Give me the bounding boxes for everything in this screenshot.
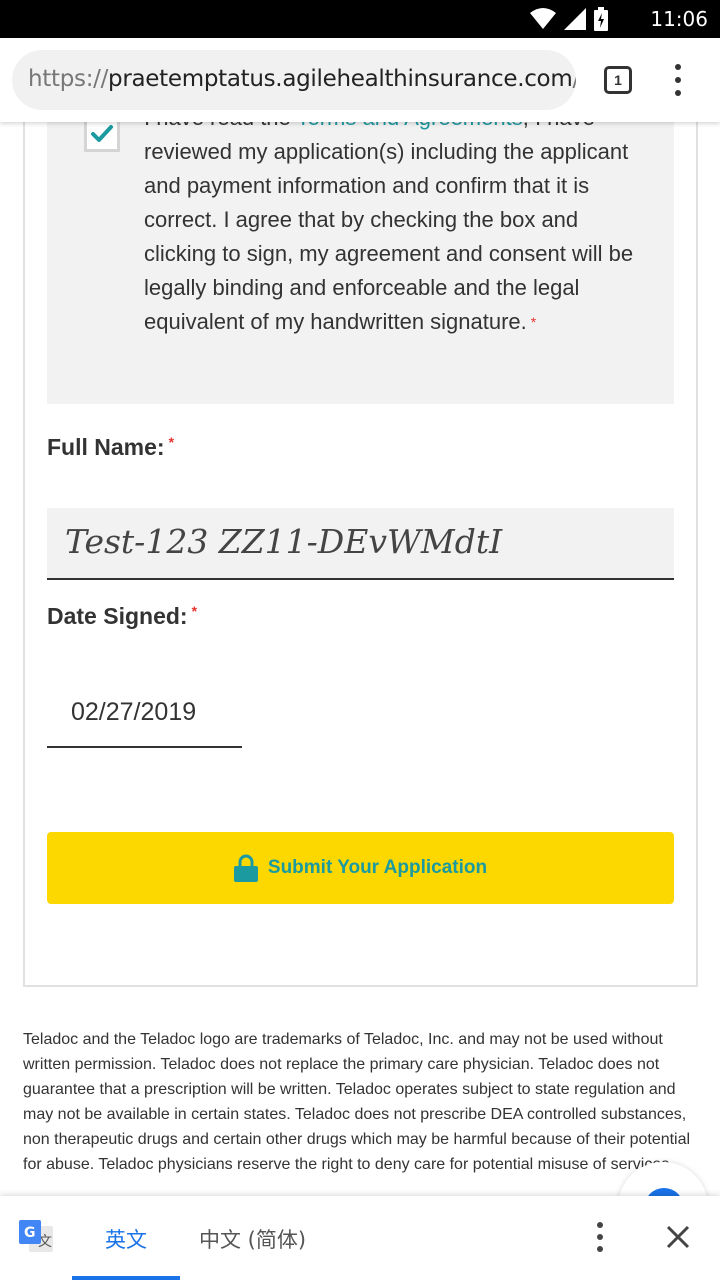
agreement-text-prefix: I have read the <box>144 122 297 130</box>
date-signed-label: Date Signed: * <box>47 603 197 630</box>
agreement-text-suffix: , I have reviewed my application(s) incl… <box>144 122 634 334</box>
menu-dot-icon <box>597 1234 603 1240</box>
full-name-label: Full Name: * <box>47 434 174 461</box>
close-icon[interactable] <box>664 1223 692 1251</box>
agreement-checkbox[interactable] <box>84 122 120 152</box>
url-text: https://praetemptatus.agilehealthinsuran… <box>28 66 576 92</box>
page-content: I have read the Terms and Agreements, I … <box>0 122 720 1196</box>
date-signed-field[interactable]: 02/27/2019 <box>47 682 242 748</box>
cell-signal-icon <box>564 8 586 30</box>
wifi-icon <box>530 8 556 29</box>
required-marker: * <box>530 314 537 330</box>
url-scheme: https:// <box>28 66 109 92</box>
footer-disclaimer: Teladoc and the Teladoc logo are tradema… <box>23 1031 691 1173</box>
url-host: praetemptatus.agilehealthinsurance.com <box>108 66 573 92</box>
tab-switcher-button[interactable]: 1 <box>604 66 632 94</box>
tab-target-language[interactable]: 中文 (简体) <box>199 1224 306 1254</box>
required-marker: * <box>168 434 175 450</box>
translate-bar: 文 G 英文 中文 (简体) <box>0 1196 720 1280</box>
checkmark-icon <box>91 125 113 142</box>
date-signed-label-text: Date Signed: <box>47 603 188 629</box>
agreement-text: I have read the Terms and Agreements, I … <box>144 122 644 339</box>
submit-application-button[interactable]: Submit Your Application <box>47 832 674 904</box>
active-tab-indicator <box>72 1276 180 1280</box>
terms-link[interactable]: Terms and Agreements <box>297 122 523 130</box>
menu-dot-icon <box>597 1246 603 1252</box>
url-path: /t <box>572 66 576 92</box>
address-bar[interactable]: https://praetemptatus.agilehealthinsuran… <box>12 50 576 110</box>
full-name-signature: Test-123 ZZ11-DEvWMdtI <box>65 522 503 561</box>
full-name-label-text: Full Name: <box>47 434 165 460</box>
status-bar: 11:06 <box>0 0 720 38</box>
submit-button-label: Submit Your Application <box>267 857 488 878</box>
status-clock: 11:06 <box>650 7 708 31</box>
google-translate-icon: 文 G <box>19 1220 53 1252</box>
menu-dot-icon <box>675 77 681 83</box>
date-signed-value: 02/27/2019 <box>71 698 197 726</box>
svg-text:G: G <box>24 1225 36 1241</box>
translate-menu-button[interactable] <box>586 1222 614 1252</box>
menu-dot-icon <box>597 1222 603 1228</box>
menu-dot-icon <box>675 90 681 96</box>
required-marker: * <box>191 603 198 619</box>
lock-icon <box>233 854 258 882</box>
browser-menu-button[interactable] <box>664 62 692 98</box>
tab-source-language[interactable]: 英文 <box>105 1224 147 1254</box>
menu-dot-icon <box>675 64 681 70</box>
status-icons <box>530 6 608 32</box>
full-name-field[interactable]: Test-123 ZZ11-DEvWMdtI <box>47 508 674 580</box>
battery-icon <box>594 7 608 31</box>
browser-toolbar: https://praetemptatus.agilehealthinsuran… <box>0 38 720 122</box>
